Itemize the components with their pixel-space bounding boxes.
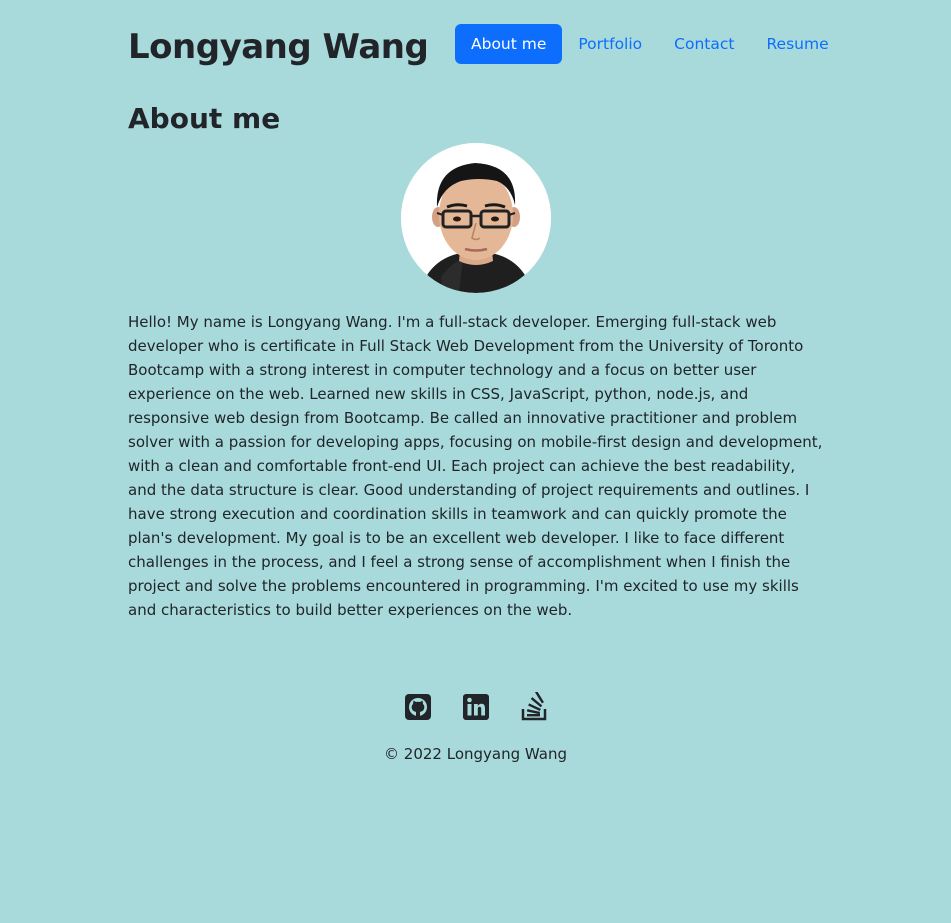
nav-about-me[interactable]: About me xyxy=(455,24,563,64)
github-icon[interactable] xyxy=(404,692,432,722)
nav-contact[interactable]: Contact xyxy=(658,24,750,64)
profile-photo-icon xyxy=(401,143,551,293)
social-links xyxy=(0,691,951,722)
stackoverflow-icon[interactable] xyxy=(520,691,548,722)
section-title: About me xyxy=(128,102,281,135)
nav-resume[interactable]: Resume xyxy=(750,24,844,64)
main-nav: About me Portfolio Contact Resume xyxy=(455,24,845,64)
site-title: Longyang Wang xyxy=(128,27,429,67)
page: Longyang Wang About me Portfolio Contact… xyxy=(0,0,951,923)
nav-portfolio[interactable]: Portfolio xyxy=(562,24,658,64)
copyright-text: © 2022 Longyang Wang xyxy=(384,745,567,763)
avatar xyxy=(401,143,551,293)
bio-paragraph: Hello! My name is Longyang Wang. I'm a f… xyxy=(128,313,823,619)
linkedin-icon[interactable] xyxy=(462,692,490,722)
